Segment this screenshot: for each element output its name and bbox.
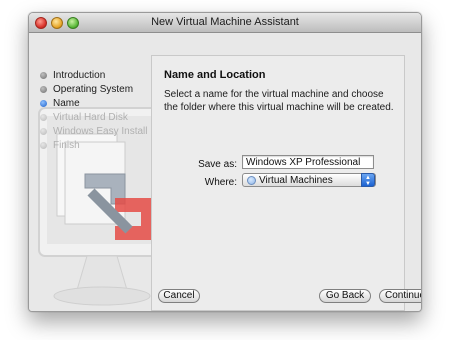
- step-label: Virtual Hard Disk: [53, 111, 128, 123]
- step-introduction: Introduction: [40, 68, 147, 82]
- step-windows-easy-install: Windows Easy Install: [40, 124, 147, 138]
- window-title: New Virtual Machine Assistant: [151, 16, 299, 28]
- pane-description: Select a name for the virtual machine an…: [164, 89, 394, 113]
- updown-arrows-icon: ▲ ▼: [361, 173, 375, 187]
- step-label: Name: [53, 97, 80, 109]
- step-finish: Finish: [40, 138, 147, 152]
- where-popup[interactable]: Virtual Machines ▲ ▼: [242, 173, 376, 187]
- step-label: Finish: [53, 139, 80, 151]
- step-virtual-hard-disk: Virtual Hard Disk: [40, 110, 147, 124]
- step-label: Introduction: [53, 69, 106, 81]
- step-bullet-icon: [40, 113, 47, 121]
- main-pane: Name and Location Select a name for the …: [151, 55, 405, 311]
- step-operating-system: Operating System: [40, 82, 147, 96]
- title-bar[interactable]: New Virtual Machine Assistant: [29, 13, 421, 33]
- where-label: Where:: [204, 177, 237, 188]
- step-bullet-icon: [40, 141, 47, 149]
- window-content: Introduction Operating System Name Virtu…: [29, 34, 421, 311]
- save-as-label: Save as:: [198, 159, 237, 170]
- step-bullet-icon: [40, 85, 47, 93]
- step-label: Windows Easy Install: [53, 125, 148, 137]
- step-list: Introduction Operating System Name Virtu…: [40, 68, 147, 152]
- step-label: Operating System: [53, 83, 134, 95]
- current-step-bullet-icon: [40, 99, 47, 107]
- step-bullet-icon: [40, 71, 47, 79]
- go-back-button[interactable]: Go Back: [319, 289, 371, 303]
- save-as-input[interactable]: [242, 155, 374, 169]
- continue-button[interactable]: Continue: [379, 289, 421, 303]
- step-name: Name: [40, 96, 147, 110]
- assistant-window: New Virtual Machine Assistant Introducti…: [28, 12, 422, 312]
- where-selected-value: Virtual Machines: [259, 175, 333, 186]
- step-bullet-icon: [40, 127, 47, 135]
- folder-icon: [247, 176, 256, 185]
- cancel-button[interactable]: Cancel: [158, 289, 200, 303]
- pane-heading: Name and Location: [164, 69, 266, 81]
